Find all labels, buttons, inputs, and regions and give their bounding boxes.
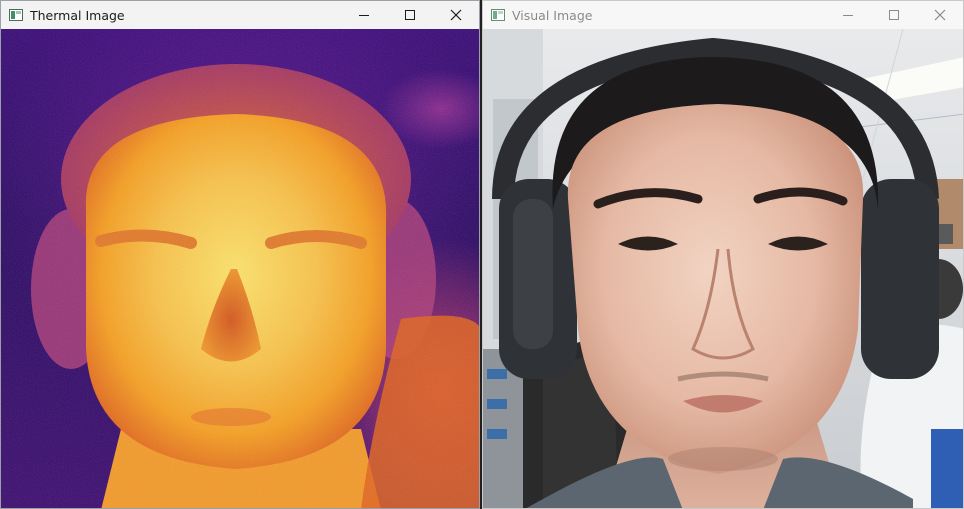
opencv-window-icon	[491, 8, 505, 22]
maximize-icon	[889, 10, 899, 20]
thermal-maximize-button[interactable]	[387, 1, 433, 29]
opencv-window-icon	[9, 8, 23, 22]
visual-minimize-button[interactable]	[825, 1, 871, 29]
visual-window-title: Visual Image	[512, 7, 593, 23]
thermal-minimize-button[interactable]	[341, 1, 387, 29]
visual-image-canvas	[483, 29, 963, 508]
visual-titlebar[interactable]: Visual Image	[483, 1, 963, 29]
thermal-close-button[interactable]	[433, 1, 479, 29]
webcam-face-image	[483, 29, 963, 508]
minimize-icon	[843, 15, 853, 16]
maximize-icon	[405, 10, 415, 20]
thermal-titlebar[interactable]: Thermal Image	[1, 1, 479, 29]
visual-maximize-button[interactable]	[871, 1, 917, 29]
minimize-icon	[359, 15, 369, 16]
thermal-image-window[interactable]: Thermal Image	[0, 0, 480, 509]
close-icon	[934, 9, 946, 21]
thermal-window-title: Thermal Image	[30, 7, 125, 23]
close-icon	[450, 9, 462, 21]
visual-image-window[interactable]: Visual Image	[482, 0, 964, 509]
thermal-face-image	[1, 29, 479, 508]
thermal-image-canvas	[1, 29, 479, 508]
visual-close-button[interactable]	[917, 1, 963, 29]
